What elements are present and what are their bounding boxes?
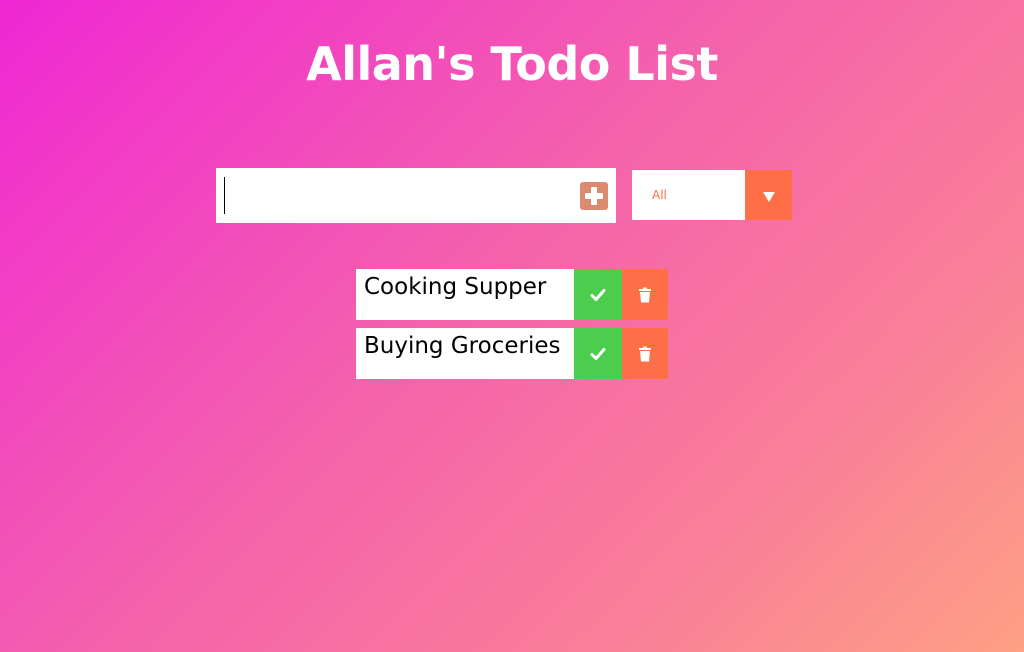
- todo-item: Cooking Supper: [356, 269, 668, 320]
- trash-icon: [639, 287, 651, 302]
- text-cursor: [224, 177, 225, 214]
- page-title: Allan's Todo List: [306, 37, 718, 91]
- todo-item: Buying Groceries: [356, 328, 668, 379]
- filter-select[interactable]: All: [632, 170, 792, 220]
- check-icon: [590, 347, 606, 360]
- filter-dropdown-button[interactable]: [745, 170, 792, 220]
- caret-down-icon: [763, 192, 775, 202]
- add-todo-button[interactable]: [580, 182, 608, 210]
- complete-button[interactable]: [574, 328, 622, 379]
- complete-button[interactable]: [574, 269, 622, 320]
- todo-form: [216, 168, 616, 223]
- todo-text: Buying Groceries: [364, 333, 561, 359]
- check-icon: [590, 288, 606, 301]
- delete-button[interactable]: [622, 328, 668, 379]
- delete-button[interactable]: [622, 269, 668, 320]
- todo-input[interactable]: [216, 168, 566, 223]
- filter-selected-value: All: [652, 188, 667, 202]
- trash-icon: [639, 346, 651, 361]
- todo-list: Cooking Supper Buying Groceries: [356, 269, 668, 387]
- plus-square-icon: [585, 187, 603, 205]
- todo-text: Cooking Supper: [364, 274, 547, 300]
